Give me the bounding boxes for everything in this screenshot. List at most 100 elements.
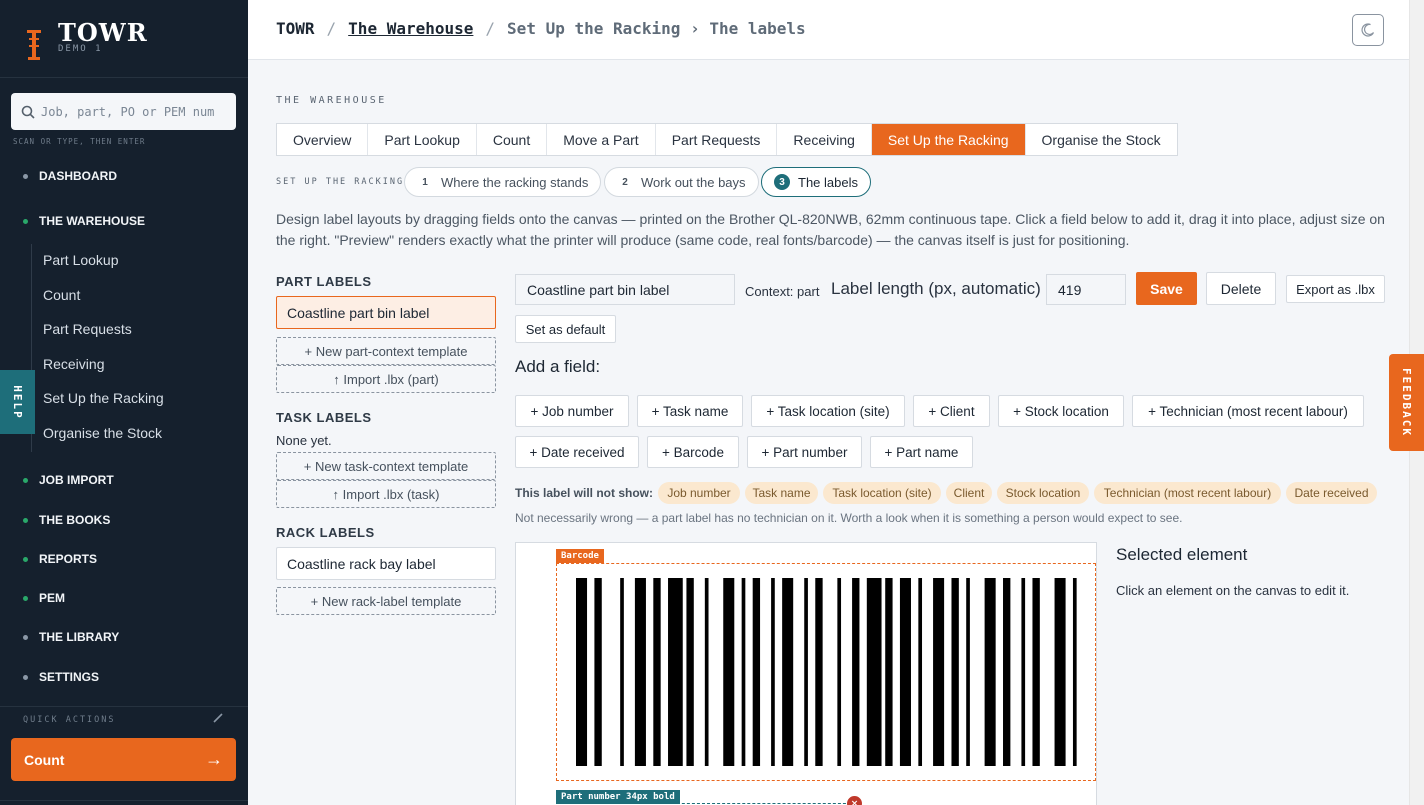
- nav-dashboard[interactable]: DASHBOARD: [0, 165, 248, 187]
- add-field-job-number[interactable]: + Job number: [515, 395, 629, 427]
- subnav-receiving[interactable]: Receiving: [43, 356, 104, 372]
- rack-labels-heading: RACK LABELS: [276, 525, 375, 540]
- subnav-organise-stock[interactable]: Organise the Stock: [43, 425, 162, 441]
- step-number: 1: [422, 176, 428, 188]
- search-icon: [21, 105, 35, 119]
- nav-label: JOB IMPORT: [39, 473, 114, 487]
- theme-toggle-button[interactable]: [1352, 14, 1384, 46]
- subnav-part-requests[interactable]: Part Requests: [43, 321, 132, 337]
- search-box[interactable]: [11, 93, 236, 130]
- nav-label: PEM: [39, 591, 66, 605]
- page-description: Design label layouts by dragging fields …: [276, 211, 1385, 248]
- task-labels-empty: None yet.: [276, 433, 332, 448]
- subnav-set-up-racking[interactable]: Set Up the Racking: [43, 390, 164, 406]
- export-lbx-button[interactable]: Export as .lbx: [1286, 275, 1385, 303]
- nav-dot: [23, 634, 28, 640]
- brand[interactable]: TOWR DEMO 1: [24, 20, 148, 60]
- sidebar-divider: [0, 706, 248, 707]
- tab-part-requests[interactable]: Part Requests: [656, 124, 778, 155]
- quick-action-count-button[interactable]: Count →: [11, 738, 236, 781]
- app-name: TOWR: [58, 18, 148, 47]
- sidebar-divider: [0, 800, 248, 801]
- nav-settings[interactable]: SETTINGS: [0, 666, 248, 688]
- feedback-tab[interactable]: FEEDBACK: [1389, 354, 1424, 451]
- step-work-out-bays[interactable]: 2 Work out the bays: [604, 167, 759, 197]
- barcode-bar: [771, 578, 775, 766]
- set-default-button[interactable]: Set as default: [515, 315, 616, 343]
- label-length-input[interactable]: [1046, 274, 1126, 305]
- import-lbx-task-button[interactable]: ↑ Import .lbx (task): [276, 480, 496, 508]
- barcode-bar: [966, 578, 970, 766]
- search-input[interactable]: [41, 104, 221, 119]
- barcode-bar: [752, 578, 761, 766]
- new-task-template-button[interactable]: + New task-context template: [276, 452, 496, 480]
- nav-the-books[interactable]: THE BOOKS: [0, 509, 248, 531]
- template-item-rack-bay[interactable]: Coastline rack bay label: [276, 547, 496, 580]
- nav-pem[interactable]: PEM: [0, 587, 248, 609]
- barcode-bar: [984, 578, 996, 766]
- add-field-task-location[interactable]: + Task location (site): [751, 395, 905, 427]
- add-field-part-number[interactable]: + Part number: [747, 436, 862, 468]
- add-field-barcode[interactable]: + Barcode: [647, 436, 739, 468]
- missing-field-chip: Stock location: [997, 482, 1089, 504]
- barcode-bar: [804, 578, 808, 766]
- add-field-date-received[interactable]: + Date received: [515, 436, 639, 468]
- breadcrumb: TOWR / The Warehouse / Set Up the Rackin…: [276, 19, 806, 38]
- pencil-icon[interactable]: [213, 713, 223, 723]
- sidebar-divider: [0, 77, 248, 78]
- new-part-template-button[interactable]: + New part-context template: [276, 337, 496, 365]
- import-lbx-part-button[interactable]: ↑ Import .lbx (part): [276, 365, 496, 393]
- template-name-input[interactable]: [515, 274, 735, 305]
- barcode-bar: [885, 578, 893, 766]
- add-field-part-name[interactable]: + Part name: [870, 436, 973, 468]
- tab-organise-stock[interactable]: Organise the Stock: [1026, 124, 1177, 155]
- tab-overview[interactable]: Overview: [277, 124, 369, 155]
- tab-set-up-racking[interactable]: Set Up the Racking: [871, 124, 1026, 155]
- missing-field-chip: Client: [946, 482, 992, 504]
- nav-label: SETTINGS: [39, 670, 100, 684]
- barcode-bar: [899, 578, 911, 766]
- delete-element-icon[interactable]: ×: [847, 796, 862, 805]
- label-length-label: Label length (px, automatic): [831, 279, 1041, 298]
- nav-reports[interactable]: REPORTS: [0, 548, 248, 570]
- barcode-bar: [1003, 578, 1011, 766]
- nav-dot: [23, 477, 28, 483]
- help-tab[interactable]: HELP: [0, 370, 35, 434]
- add-field-technician[interactable]: + Technician (most recent labour): [1132, 395, 1364, 427]
- nav-label: REPORTS: [39, 552, 98, 566]
- add-field-task-name[interactable]: + Task name: [637, 395, 743, 427]
- missing-fields-label: This label will not show:: [515, 486, 654, 500]
- nav-dot: [23, 556, 28, 562]
- delete-button[interactable]: Delete: [1206, 272, 1276, 305]
- tab-count[interactable]: Count: [477, 124, 548, 155]
- tower-logo-icon: [27, 30, 41, 60]
- add-field-client[interactable]: + Client: [913, 395, 990, 427]
- tab-part-lookup[interactable]: Part Lookup: [368, 124, 477, 155]
- nav-job-import[interactable]: JOB IMPORT: [0, 469, 248, 491]
- step-racking-location[interactable]: 1 Where the racking stands: [404, 167, 602, 197]
- template-item-part-bin[interactable]: Coastline part bin label: [276, 296, 496, 329]
- subnav-count[interactable]: Count: [43, 287, 80, 303]
- barcode-bar: [686, 578, 694, 766]
- step-number: 2: [622, 176, 628, 188]
- add-field-stock-location[interactable]: + Stock location: [998, 395, 1124, 427]
- barcode-bar: [918, 578, 923, 766]
- subnav-part-lookup[interactable]: Part Lookup: [43, 252, 119, 268]
- step-the-labels[interactable]: 3 The labels: [761, 167, 871, 197]
- new-rack-template-button[interactable]: + New rack-label template: [276, 587, 496, 615]
- nav-the-library[interactable]: THE LIBRARY: [0, 626, 248, 648]
- barcode-bar: [653, 578, 661, 766]
- breadcrumb-section-link[interactable]: The Warehouse: [348, 19, 473, 38]
- search-hint: SCAN OR TYPE, THEN ENTER: [13, 137, 146, 146]
- nav-the-warehouse[interactable]: THE WAREHOUSE: [0, 210, 248, 232]
- sidebar: TOWR DEMO 1 SCAN OR TYPE, THEN ENTER DAS…: [0, 0, 248, 805]
- breadcrumb-root[interactable]: TOWR: [276, 19, 315, 38]
- step-label: Work out the bays: [641, 174, 746, 190]
- barcode-bar: [782, 578, 794, 766]
- barcode-bar: [951, 578, 959, 766]
- save-button[interactable]: Save: [1136, 272, 1197, 305]
- tab-move-a-part[interactable]: Move a Part: [547, 124, 656, 155]
- barcode-bar: [837, 578, 842, 766]
- section-title: THE WAREHOUSE: [276, 95, 387, 106]
- tab-receiving[interactable]: Receiving: [777, 124, 872, 155]
